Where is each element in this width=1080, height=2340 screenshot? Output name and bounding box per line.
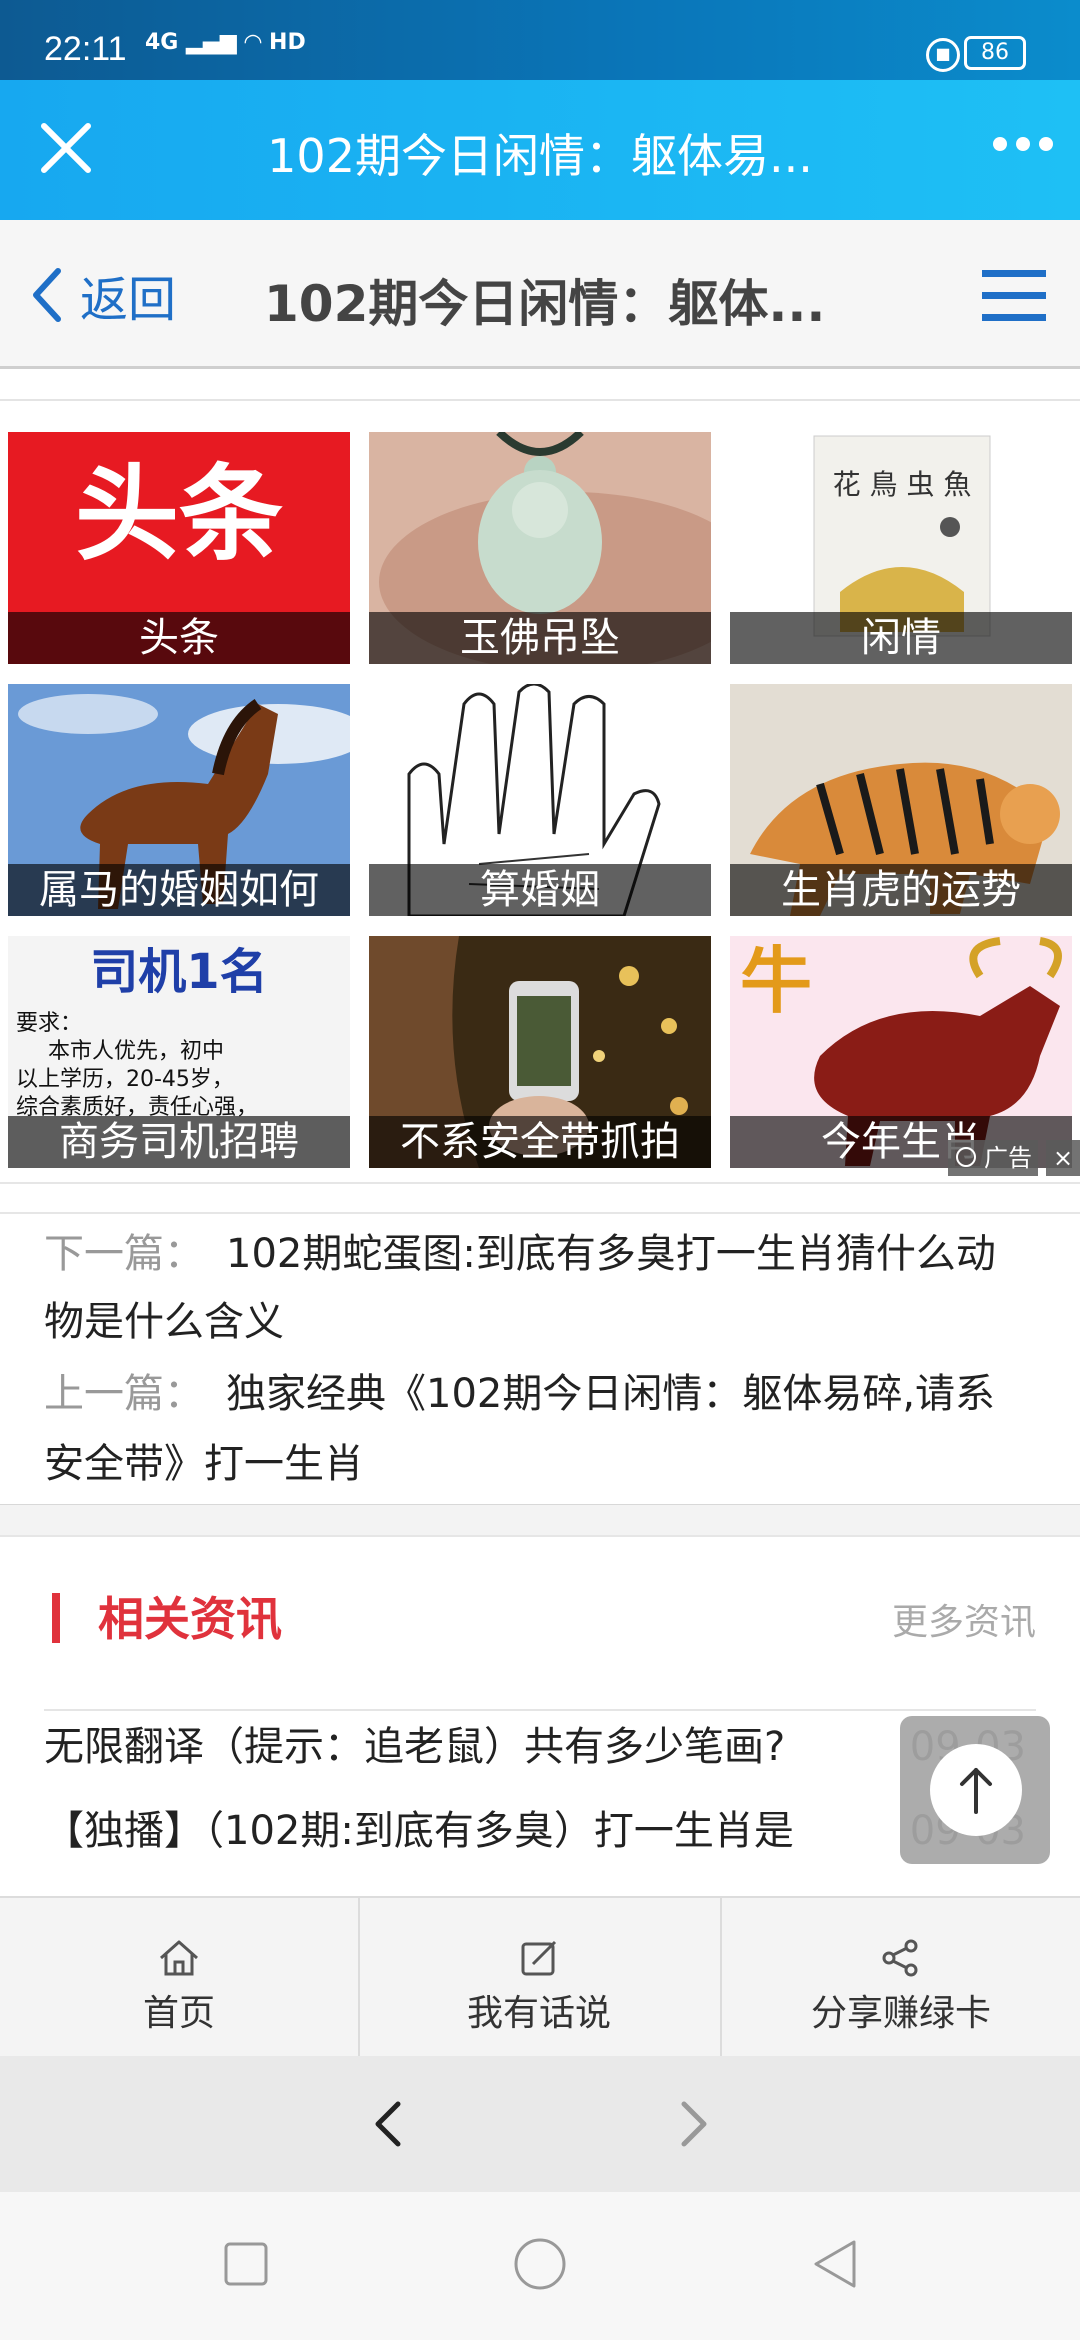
tile-caption: 不系安全带抓拍 [369, 1116, 711, 1168]
browser-nav [0, 2056, 1080, 2192]
back-to-top-button[interactable] [900, 1716, 1050, 1864]
more-news-link[interactable]: 更多资讯 [892, 1593, 1036, 1645]
svg-text:本市人优先，初中: 本市人优先，初中 [48, 1039, 224, 1064]
browser-forward-icon[interactable] [658, 2090, 726, 2158]
spacer [0, 369, 1080, 401]
status-bar: 22:11 4G ▂▄▆ ◠ HD ■ 86 [0, 0, 1080, 80]
svg-text:以上学历，20-45岁，: 以上学历，20-45岁， [16, 1067, 234, 1092]
back-label: 返回 [80, 272, 177, 328]
comment-button[interactable]: 我有话说 [360, 1898, 718, 2058]
spacer [0, 1505, 1080, 1537]
grid-tile[interactable]: 属马的婚姻如何 [8, 684, 350, 916]
tile-caption: 算婚姻 [369, 864, 711, 916]
tile-caption: 头条 [8, 612, 350, 664]
grid-tile[interactable]: 头条 头条 [8, 432, 350, 664]
svg-text:牛: 牛 [740, 938, 812, 1023]
app-bar: 102期今日闲情：躯体易... [0, 80, 1080, 220]
grid-tile[interactable]: 牛 今年生肖 [730, 936, 1072, 1168]
list-item[interactable]: 无限翻译（提示：追老鼠）共有多少笔画? 09-03 [44, 1709, 1036, 1785]
tile-caption: 商务司机招聘 [8, 1116, 350, 1168]
page-title: 102期今日闲情：躯体... [264, 275, 826, 333]
tile-caption: 属马的婚姻如何 [8, 864, 350, 916]
ad-label: 广告 [948, 1140, 1038, 1176]
home-icon [160, 1940, 198, 1976]
more-options-icon[interactable] [990, 124, 1056, 164]
close-icon[interactable] [36, 118, 96, 178]
status-time: 22:11 [44, 30, 127, 68]
section-accent [52, 1593, 60, 1643]
arrow-up-icon [960, 1768, 992, 1814]
ad-info-icon [956, 1147, 976, 1167]
svg-text:要求：: 要求： [16, 1011, 82, 1036]
list-item[interactable]: 【独播】（102期:到底有多臭）打一生肖是 09-03 [44, 1793, 1036, 1869]
back-button[interactable]: 返回 [30, 260, 176, 330]
home-button[interactable]: 首页 [0, 1898, 358, 2058]
svg-text:头条: 头条 [75, 453, 283, 575]
ad-close-button[interactable]: × [1046, 1140, 1080, 1176]
prev-article-link[interactable]: 上一篇： 独家经典《102期今日闲情：躯体易碎,请系 [44, 1358, 1044, 1430]
next-article-link[interactable]: 下一篇： 102期蛇蛋图:到底有多臭打一生肖猜什么动 [44, 1218, 1044, 1290]
tile-caption: 生肖虎的运势 [730, 864, 1072, 916]
share-button[interactable]: 分享赚绿卡 [722, 1898, 1080, 2058]
lock-icon: ■ [926, 38, 960, 72]
browser-back-icon[interactable] [356, 2090, 424, 2158]
chevron-left-icon [33, 268, 61, 322]
image-grid: 头条 头条 玉佛吊坠 花 鳥 虫 魚 闲情 属马的婚姻如何 算婚姻 生肖虎的运势… [0, 420, 1080, 1184]
bottom-toolbar: 首页 我有话说 分享赚绿卡 [0, 1896, 1080, 2058]
battery-icon: 86 [964, 36, 1026, 70]
prev-key: 上一篇： [44, 1371, 204, 1417]
tile-caption: 闲情 [730, 612, 1072, 664]
svg-text:司机1名: 司机1名 [90, 944, 267, 1000]
grid-tile[interactable]: 生肖虎的运势 [730, 684, 1072, 916]
next-key: 下一篇： [44, 1231, 204, 1277]
home-nav-icon[interactable] [510, 2234, 570, 2294]
grid-tile[interactable]: 算婚姻 [369, 684, 711, 916]
menu-icon[interactable] [982, 268, 1046, 324]
share-icon [882, 1939, 918, 1977]
system-nav-bar [0, 2192, 1080, 2340]
svg-text:花 鳥 虫 魚: 花 鳥 虫 魚 [833, 468, 972, 501]
prev-article-link-cont[interactable]: 安全带》打一生肖 [44, 1428, 1044, 1500]
grid-tile[interactable]: 不系安全带抓拍 [369, 936, 711, 1168]
grid-tile[interactable]: 玉佛吊坠 [369, 432, 711, 664]
next-article-link-cont[interactable]: 物是什么含义 [44, 1286, 1044, 1358]
section-title: 相关资讯 [98, 1592, 282, 1646]
app-title: 102期今日闲情：躯体易... [267, 129, 813, 183]
grid-tile[interactable]: 司机1名 要求： 本市人优先，初中 以上学历，20-45岁， 综合素质好，责任心… [8, 936, 350, 1168]
page-header: 返回 102期今日闲情：躯体... [0, 220, 1080, 369]
tile-caption: 玉佛吊坠 [369, 612, 711, 664]
recents-icon[interactable] [216, 2234, 276, 2294]
grid-tile[interactable]: 花 鳥 虫 魚 闲情 [730, 432, 1072, 664]
article-nav: 下一篇： 102期蛇蛋图:到底有多臭打一生肖猜什么动 物是什么含义 上一篇： 独家经… [0, 1212, 1080, 1507]
edit-icon [521, 1940, 557, 1976]
back-nav-icon[interactable] [806, 2234, 866, 2294]
signal-icon: 4G ▂▄▆ ◠ HD [145, 30, 306, 55]
